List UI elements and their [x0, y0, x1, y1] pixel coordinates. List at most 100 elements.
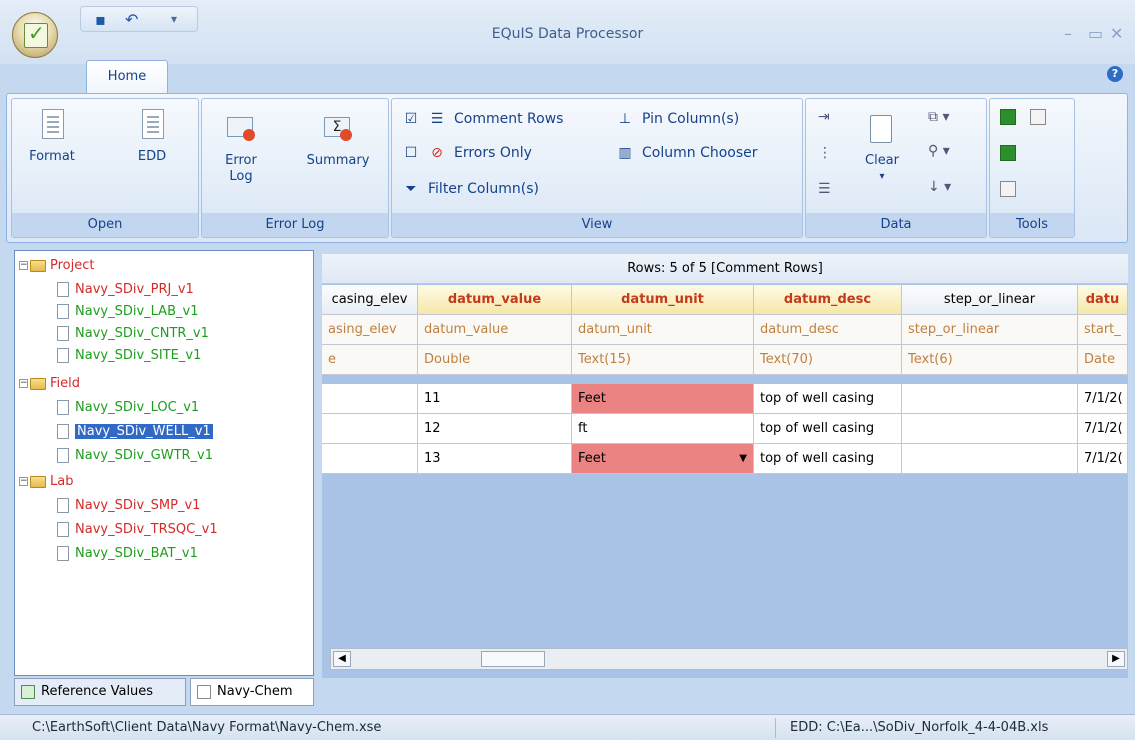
minimize-button[interactable]: –	[1064, 24, 1072, 43]
scroll-left-icon[interactable]: ◀	[333, 651, 351, 667]
file-icon	[57, 348, 69, 363]
errors-only-toggle[interactable]: ☐ ⊘ Errors Only	[402, 145, 532, 161]
pin-columns-label: Pin Column(s)	[642, 111, 740, 127]
scroll-thumb[interactable]	[481, 651, 545, 667]
file-icon	[197, 685, 211, 699]
tree-group-lab[interactable]: − Lab	[19, 473, 73, 491]
table-cell[interactable]: 11	[418, 384, 572, 414]
tab-reference-values[interactable]: Reference Values	[14, 678, 186, 706]
table-cell-error[interactable]: Feet	[572, 384, 754, 414]
column-name-cell: datum_desc	[754, 315, 902, 345]
excel-export-icon[interactable]	[1000, 145, 1016, 161]
tree-item[interactable]: Navy_SDiv_TRSQC_v1	[57, 521, 218, 539]
tree-group-field[interactable]: − Field	[19, 375, 80, 393]
table-cell[interactable]: 7/1/2(	[1078, 414, 1128, 444]
comment-rows-toggle[interactable]: ☑ ☰ Comment Rows	[402, 111, 564, 127]
copy-icon[interactable]: ⧉ ▾	[928, 109, 949, 125]
tree-item-selected[interactable]: Navy_SDiv_WELL_v1	[57, 423, 213, 441]
tree-item[interactable]: Navy_SDiv_PRJ_v1	[57, 281, 194, 299]
align-icon[interactable]: ☰	[818, 181, 831, 197]
format-button[interactable]: Format	[22, 109, 82, 165]
tree-item[interactable]: Navy_SDiv_SMP_v1	[57, 497, 200, 515]
table-cell[interactable]: top of well casing	[754, 384, 902, 414]
column-header[interactable]: casing_elev	[322, 285, 418, 315]
group-error-log-label: Error Log	[202, 213, 388, 237]
table-cell[interactable]: ft	[572, 414, 754, 444]
comment-rows-label: Comment Rows	[454, 111, 564, 127]
tree-item[interactable]: Navy_SDiv_SITE_v1	[57, 347, 201, 365]
horizontal-scrollbar[interactable]: ◀ ▶	[330, 648, 1128, 670]
collapse-icon[interactable]: −	[19, 477, 28, 486]
tree-item-label: Navy_SDiv_WELL_v1	[75, 424, 213, 439]
file-icon	[57, 326, 69, 341]
table-cell-dropdown[interactable]: Feet ▼	[572, 444, 754, 474]
customize-toolbar-icon[interactable]: ▾	[171, 12, 177, 26]
eraser-icon	[870, 115, 892, 143]
column-header[interactable]: datu	[1078, 285, 1128, 315]
delete-row-icon[interactable]: ⋮	[818, 145, 832, 161]
checkbox-icon: ☐	[404, 145, 418, 161]
status-bar: C:\EarthSoft\Client Data\Navy Format\Nav…	[0, 714, 1135, 740]
table-cell[interactable]	[902, 414, 1078, 444]
tree-item-label: Navy_SDiv_SITE_v1	[75, 348, 202, 363]
tree-group-project[interactable]: − Project	[19, 257, 94, 275]
close-button[interactable]: ✕	[1110, 24, 1123, 43]
column-type-cell: Text(6)	[902, 345, 1078, 375]
table-cell[interactable]: 13	[418, 444, 572, 474]
column-chooser-button[interactable]: ▥ Column Chooser	[616, 145, 757, 161]
file-icon	[57, 448, 69, 463]
clear-button[interactable]: Clear ▾	[854, 113, 910, 185]
collapse-icon[interactable]: −	[19, 261, 28, 270]
tab-navy-chem[interactable]: Navy-Chem	[190, 678, 314, 706]
table-cell[interactable]: top of well casing	[754, 414, 902, 444]
clear-dropdown-icon: ▾	[879, 171, 885, 182]
table-cell[interactable]	[902, 444, 1078, 474]
table-cell[interactable]: 7/1/2(	[1078, 444, 1128, 474]
table-cell[interactable]	[322, 414, 418, 444]
table-icon	[21, 685, 35, 699]
tree-item-label: Navy_SDiv_CNTR_v1	[75, 326, 209, 341]
cell-value: Feet	[578, 451, 606, 466]
scroll-right-icon[interactable]: ▶	[1107, 651, 1125, 667]
column-header[interactable]: datum_value	[418, 285, 572, 315]
column-header[interactable]: datum_unit	[572, 285, 754, 315]
table-cell[interactable]: 7/1/2(	[1078, 384, 1128, 414]
maximize-button[interactable]: ▭	[1088, 24, 1103, 43]
folder-icon	[30, 475, 46, 488]
sort-icon[interactable]: ↓ ▾	[928, 179, 951, 195]
column-header[interactable]: datum_desc	[754, 285, 902, 315]
table-cell[interactable]	[902, 384, 1078, 414]
table-cell[interactable]: 12	[418, 414, 572, 444]
insert-row-icon[interactable]: ⇥	[818, 109, 830, 125]
rows-count-bar: Rows: 5 of 5 [Comment Rows]	[322, 254, 1128, 284]
dropdown-arrow-icon[interactable]: ▼	[739, 444, 747, 473]
table-cell[interactable]	[322, 384, 418, 414]
tree-item-label: Navy_SDiv_SMP_v1	[75, 498, 201, 513]
column-header[interactable]: step_or_linear	[902, 285, 1078, 315]
edd-button[interactable]: EDD	[122, 109, 182, 165]
filter-columns-button[interactable]: ⏷ Filter Column(s)	[402, 181, 539, 197]
summary-button[interactable]: Σ Summary	[298, 113, 378, 169]
tools-doc-icon[interactable]	[1030, 109, 1046, 125]
tree-item[interactable]: Navy_SDiv_LOC_v1	[57, 399, 199, 417]
tree-item[interactable]: Navy_SDiv_BAT_v1	[57, 545, 198, 563]
find-icon[interactable]: ⚲ ▾	[928, 143, 950, 159]
window-title: EQuIS Data Processor	[491, 26, 644, 42]
table-cell[interactable]	[322, 444, 418, 474]
error-log-button[interactable]: Error Log	[216, 113, 266, 185]
column-name-cell: start_	[1078, 315, 1128, 345]
bottom-tabs: Reference Values Navy-Chem	[14, 676, 318, 708]
tree-item[interactable]: Navy_SDiv_LAB_v1	[57, 303, 198, 321]
collapse-icon[interactable]: −	[19, 379, 28, 388]
help-icon[interactable]: ?	[1107, 66, 1123, 82]
tree-item[interactable]: Navy_SDiv_GWTR_v1	[57, 447, 213, 465]
edd-label: EDD	[137, 149, 167, 164]
table-cell[interactable]: top of well casing	[754, 444, 902, 474]
tab-home[interactable]: Home	[86, 60, 168, 93]
column-type-cell: Date	[1078, 345, 1128, 375]
tree-item[interactable]: Navy_SDiv_CNTR_v1	[57, 325, 209, 343]
tools-report-icon[interactable]	[1000, 181, 1016, 197]
pin-columns-button[interactable]: ⊥ Pin Column(s)	[616, 111, 739, 127]
file-icon	[57, 522, 69, 537]
excel-icon[interactable]	[1000, 109, 1016, 125]
